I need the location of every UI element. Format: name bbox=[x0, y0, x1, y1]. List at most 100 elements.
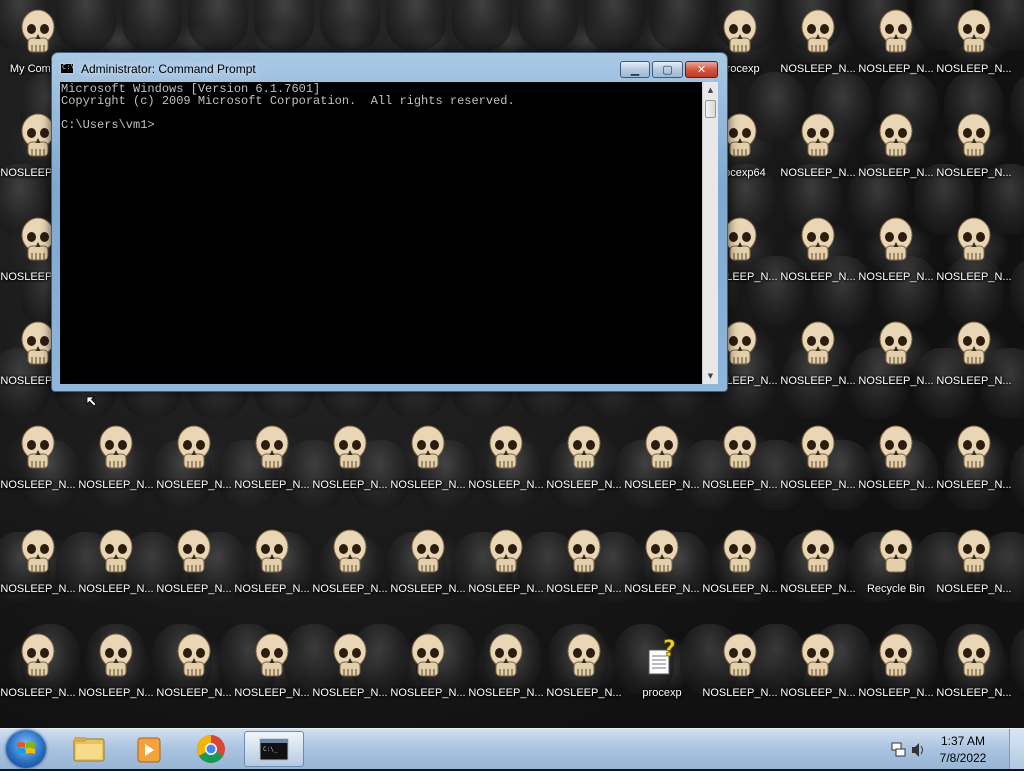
desktop-icon[interactable]: NOSLEEP_N... bbox=[312, 628, 388, 728]
desktop-icon[interactable]: NOSLEEP_N... bbox=[780, 212, 856, 312]
clock-time[interactable]: 1:37 AM bbox=[928, 734, 998, 748]
desktop-icon-label: NOSLEEP_N... bbox=[780, 375, 856, 387]
desktop-icon[interactable]: NOSLEEP_N... bbox=[858, 420, 934, 520]
desktop-icon[interactable]: NOSLEEP_N... bbox=[780, 316, 856, 416]
desktop-icon-label: NOSLEEP_N... bbox=[234, 687, 310, 699]
windows-logo-icon bbox=[17, 742, 35, 754]
desktop-icon[interactable]: NOSLEEP_N... bbox=[858, 212, 934, 312]
close-button[interactable]: ✕ bbox=[685, 61, 718, 78]
skull-icon bbox=[877, 8, 915, 60]
desktop: My Comp... procexp NOSLEEP_N... NOSLEEP_N..… bbox=[0, 0, 1024, 728]
vertical-scrollbar[interactable]: ▲ ▼ bbox=[702, 82, 718, 384]
desktop-icon[interactable]: NOSLEEP_N... bbox=[78, 628, 154, 728]
clock-date[interactable]: 7/8/2022 bbox=[928, 751, 998, 765]
desktop-icon[interactable]: NOSLEEP_N... bbox=[234, 524, 310, 624]
desktop-icon[interactable]: NOSLEEP_N... bbox=[780, 628, 856, 728]
start-button[interactable] bbox=[6, 730, 46, 768]
desktop-icon-label: NOSLEEP_N... bbox=[702, 687, 778, 699]
skull-icon bbox=[175, 528, 213, 580]
desktop-icon[interactable]: NOSLEEP_N... bbox=[390, 628, 466, 728]
scroll-down-icon[interactable]: ▼ bbox=[703, 368, 718, 384]
show-desktop-button[interactable] bbox=[1009, 729, 1024, 769]
desktop-icon[interactable]: NOSLEEP_N... bbox=[156, 420, 232, 520]
skull-icon bbox=[409, 424, 447, 476]
desktop-icon[interactable]: NOSLEEP_N... bbox=[780, 108, 856, 208]
desktop-icon-label: procexp bbox=[642, 687, 682, 699]
scroll-thumb[interactable] bbox=[705, 100, 716, 118]
desktop-icon[interactable]: NOSLEEP_N... bbox=[858, 108, 934, 208]
desktop-icon[interactable]: NOSLEEP_N... bbox=[312, 524, 388, 624]
desktop-icon-label: NOSLEEP_N... bbox=[780, 63, 856, 75]
recycle-bin-icon[interactable]: Recycle Bin bbox=[858, 524, 934, 624]
desktop-icon[interactable]: NOSLEEP_N... bbox=[936, 4, 1012, 104]
skull-icon bbox=[721, 632, 759, 684]
desktop-icon-label: Recycle Bin bbox=[866, 583, 926, 595]
desktop-icon[interactable]: NOSLEEP_N... bbox=[0, 628, 76, 728]
skull-icon bbox=[565, 424, 603, 476]
desktop-icon[interactable]: NOSLEEP_N... bbox=[702, 420, 778, 520]
desktop-icon[interactable]: NOSLEEP_N... bbox=[624, 420, 700, 520]
desktop-icon[interactable]: NOSLEEP_N... bbox=[0, 420, 76, 520]
desktop-icon[interactable]: NOSLEEP_N... bbox=[780, 524, 856, 624]
desktop-icon[interactable]: NOSLEEP_N... bbox=[234, 628, 310, 728]
skull-icon bbox=[19, 528, 57, 580]
desktop-icon[interactable]: NOSLEEP_N... bbox=[156, 628, 232, 728]
desktop-icon[interactable]: NOSLEEP_N... bbox=[546, 420, 622, 520]
scroll-up-icon[interactable]: ▲ bbox=[703, 82, 718, 98]
desktop-icon[interactable]: NOSLEEP_N... bbox=[936, 420, 1012, 520]
network-icon[interactable] bbox=[891, 742, 906, 757]
desktop-icon[interactable]: NOSLEEP_N... bbox=[390, 420, 466, 520]
explorer-taskbar-button[interactable] bbox=[62, 731, 116, 767]
chrome-taskbar-button[interactable] bbox=[184, 731, 238, 767]
desktop-icon[interactable]: NOSLEEP_N... bbox=[468, 628, 544, 728]
desktop-icon-label: NOSLEEP_N... bbox=[468, 583, 544, 595]
desktop-icon[interactable]: NOSLEEP_N... bbox=[0, 524, 76, 624]
procexp-icon[interactable]: ? procexp bbox=[624, 628, 700, 728]
desktop-icon[interactable]: NOSLEEP_N... bbox=[936, 212, 1012, 312]
desktop-icon-label: NOSLEEP_N... bbox=[936, 271, 1012, 283]
desktop-icon[interactable]: NOSLEEP_N... bbox=[858, 316, 934, 416]
desktop-icon[interactable]: NOSLEEP_N... bbox=[780, 4, 856, 104]
desktop-icon[interactable]: NOSLEEP_N... bbox=[936, 316, 1012, 416]
skull-icon bbox=[331, 424, 369, 476]
desktop-icon[interactable]: NOSLEEP_N... bbox=[468, 420, 544, 520]
desktop-icon[interactable]: NOSLEEP_N... bbox=[780, 420, 856, 520]
desktop-icon[interactable]: NOSLEEP_N... bbox=[312, 420, 388, 520]
desktop-icon[interactable]: NOSLEEP_N... bbox=[78, 524, 154, 624]
desktop-icon-label: NOSLEEP_N... bbox=[858, 687, 934, 699]
desktop-icon[interactable]: NOSLEEP_N... bbox=[936, 628, 1012, 728]
skull-icon bbox=[409, 632, 447, 684]
desktop-icon-label: NOSLEEP_N... bbox=[0, 479, 76, 491]
skull-icon bbox=[955, 528, 993, 580]
command-prompt-window[interactable]: C:\ Administrator: Command Prompt ▁ ▢ ✕ … bbox=[51, 52, 728, 392]
desktop-icon[interactable]: NOSLEEP_N... bbox=[624, 524, 700, 624]
desktop-icon[interactable]: NOSLEEP_N... bbox=[936, 108, 1012, 208]
console-area[interactable]: Microsoft Windows [Version 6.1.7601] Cop… bbox=[60, 82, 710, 384]
maximize-button[interactable]: ▢ bbox=[652, 61, 683, 78]
skull-icon bbox=[487, 632, 525, 684]
minimize-button[interactable]: ▁ bbox=[620, 61, 650, 78]
desktop-icon[interactable]: NOSLEEP_N... bbox=[858, 4, 934, 104]
desktop-icon[interactable]: NOSLEEP_N... bbox=[936, 524, 1012, 624]
desktop-icon[interactable]: NOSLEEP_N... bbox=[78, 420, 154, 520]
window-titlebar[interactable]: C:\ Administrator: Command Prompt ▁ ▢ ✕ bbox=[52, 53, 727, 83]
desktop-icon[interactable]: NOSLEEP_N... bbox=[390, 524, 466, 624]
desktop-icon[interactable]: NOSLEEP_N... bbox=[702, 524, 778, 624]
cmd-taskbar-button[interactable]: C:\_ bbox=[244, 731, 304, 767]
skull-icon bbox=[955, 632, 993, 684]
skull-icon bbox=[955, 424, 993, 476]
wallpaper-skull bbox=[122, 0, 182, 50]
media-player-taskbar-button[interactable] bbox=[122, 731, 176, 767]
desktop-icon[interactable]: NOSLEEP_N... bbox=[702, 628, 778, 728]
skull-icon bbox=[175, 632, 213, 684]
desktop-icon[interactable]: NOSLEEP_N... bbox=[858, 628, 934, 728]
desktop-icon-label: NOSLEEP_N... bbox=[780, 687, 856, 699]
desktop-icon[interactable]: NOSLEEP_N... bbox=[234, 420, 310, 520]
skull-icon bbox=[799, 320, 837, 372]
desktop-icon[interactable]: NOSLEEP_N... bbox=[546, 524, 622, 624]
volume-icon[interactable] bbox=[912, 743, 923, 757]
desktop-icon[interactable]: NOSLEEP_N... bbox=[468, 524, 544, 624]
desktop-icon[interactable]: NOSLEEP_N... bbox=[546, 628, 622, 728]
desktop-icon-label: NOSLEEP_N... bbox=[78, 479, 154, 491]
desktop-icon[interactable]: NOSLEEP_N... bbox=[156, 524, 232, 624]
